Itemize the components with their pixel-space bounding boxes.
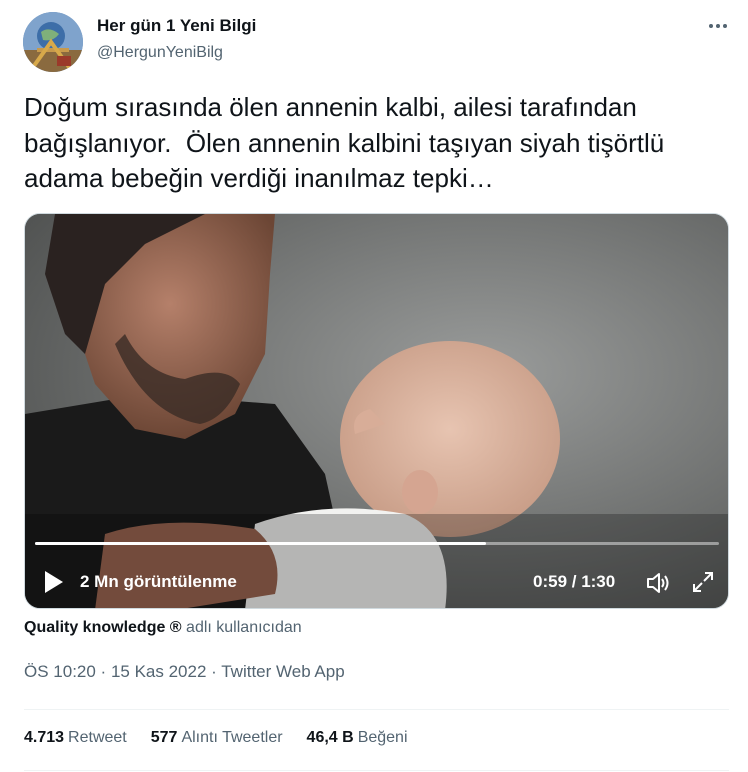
source-account-link[interactable]: Quality knowledge ®	[24, 619, 182, 636]
quote-stat[interactable]: 577 Alıntı Tweetler	[151, 729, 283, 747]
like-count: 46,4 B	[306, 729, 354, 746]
retweet-stat[interactable]: 4.713 Retweet	[24, 729, 127, 747]
tweet-meta: ÖS 10:20 · 15 Kas 2022 · Twitter Web App	[24, 662, 345, 682]
view-count: 2 Mn görüntülenme	[80, 572, 237, 591]
divider-top	[24, 709, 729, 710]
avatar-image	[23, 12, 83, 72]
volume-icon[interactable]	[645, 570, 671, 596]
quote-count: 577	[150, 729, 178, 746]
more-dots-icon[interactable]	[706, 14, 730, 38]
retweet-count: 4.713	[24, 729, 65, 746]
divider-bottom	[24, 770, 729, 771]
video-progress-fill	[35, 542, 487, 545]
play-icon[interactable]	[39, 568, 67, 596]
tweet-text: Doğum sırasında ölen annenin kalbi, aile…	[24, 92, 672, 193]
tweet-stats: 4.713 Retweet 577 Alıntı Tweetler 46,4 B Be…	[24, 729, 408, 747]
tweet-app[interactable]: Twitter Web App	[221, 662, 344, 681]
fullscreen-icon[interactable]	[690, 569, 716, 595]
video-time: 0:59 / 1:30	[533, 572, 616, 591]
quote-label: Alıntı Tweetler	[181, 729, 283, 746]
tweet-date[interactable]: 15 Kas 2022	[111, 662, 206, 681]
author-name[interactable]: Her gün 1 Yeni Bilgi	[97, 16, 256, 36]
like-stat[interactable]: 46,4 B Beğeni	[307, 729, 408, 747]
meta-separator-2: ·	[206, 662, 222, 681]
video-progress-bar[interactable]	[35, 542, 719, 545]
tweet-header: Her gün 1 Yeni Bilgi @HergunYeniBilg	[0, 0, 748, 82]
source-suffix: adlı kullanıcıdan	[181, 619, 302, 636]
tweet-time[interactable]: ÖS 10:20	[24, 662, 96, 681]
video-frame	[25, 214, 728, 608]
like-label: Beğeni	[357, 729, 408, 746]
video-player[interactable]: 2 Mn görüntülenme 0:59 / 1:30	[24, 213, 729, 609]
author-handle[interactable]: @HergunYeniBilg	[97, 44, 223, 62]
avatar[interactable]	[23, 12, 83, 72]
retweet-label: Retweet	[68, 729, 127, 746]
meta-separator: ·	[95, 662, 111, 681]
video-source-attribution: Quality knowledge ® adlı kullanıcıdan	[24, 619, 302, 637]
